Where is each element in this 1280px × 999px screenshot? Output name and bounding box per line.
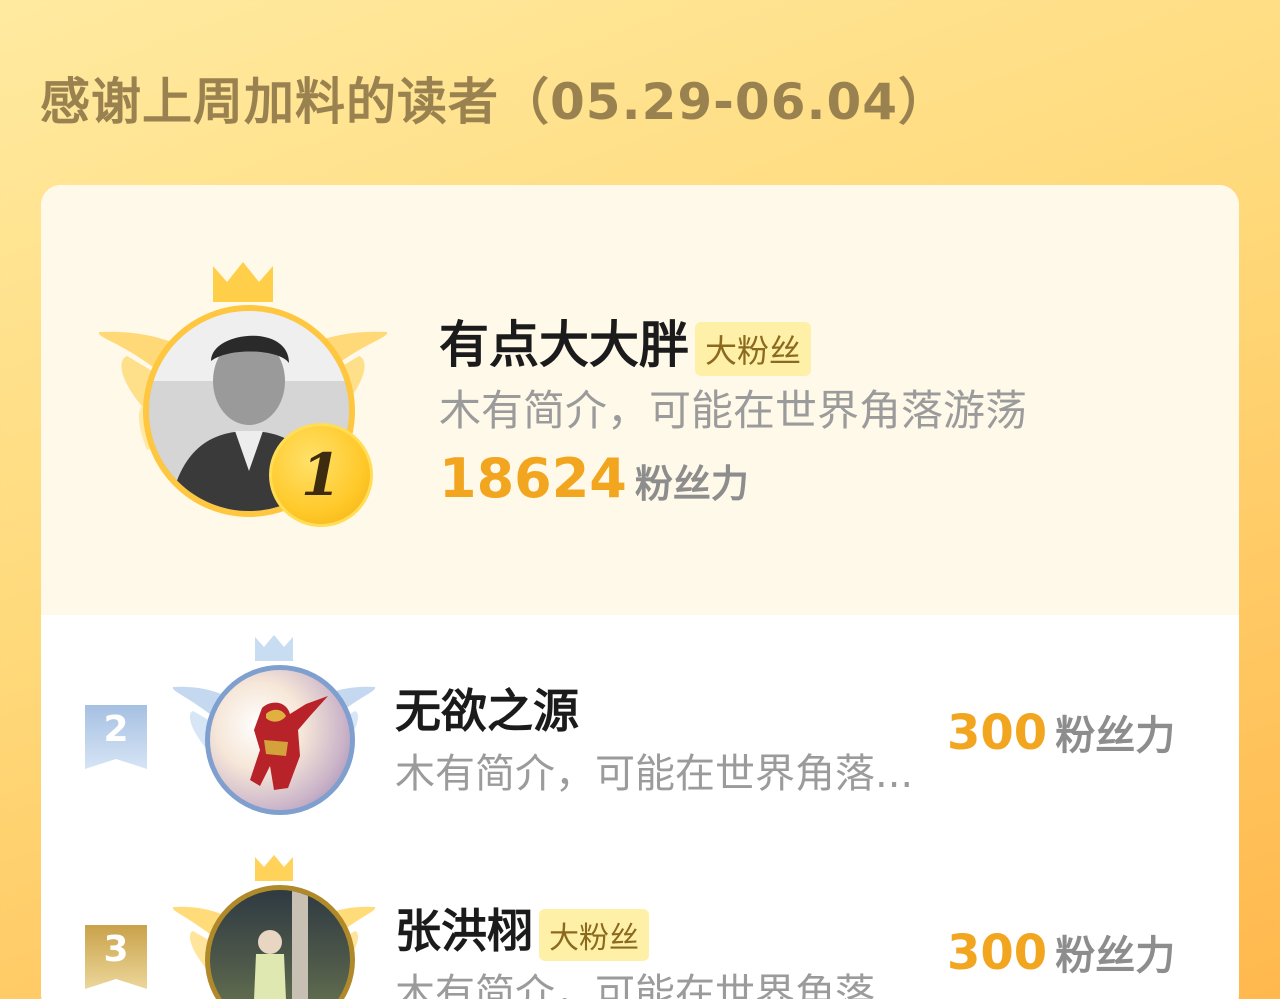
list-item[interactable]: 3 张洪栩 大粉丝 木有简介，可能在世界角落... 300 粉丝力: [41, 845, 1239, 999]
score-value: 18624: [439, 447, 627, 510]
rank-ribbon: 3: [85, 925, 147, 989]
score-unit: 粉丝力: [1055, 713, 1176, 759]
user-name[interactable]: 有点大大胖 大粉丝: [439, 305, 812, 377]
user-name[interactable]: 张洪栩 大粉丝: [395, 895, 649, 961]
user-bio: 木有简介，可能在世界角落...: [395, 751, 914, 797]
list-item[interactable]: 2 无欲之源 木有简介，可能在世界角落... 300 粉丝力: [41, 625, 1239, 825]
leaderboard-card: 1 有点大大胖 大粉丝 木有简介，可能在世界角落游荡 18624 粉丝力 2 无…: [41, 185, 1239, 999]
big-fan-tag: 大粉丝: [539, 908, 649, 961]
page-title: 感谢上周加料的读者（05.29-06.04）: [40, 73, 950, 131]
score-value: 300: [947, 925, 1048, 981]
big-fan-tag: 大粉丝: [695, 321, 812, 376]
user-name-text[interactable]: 张洪栩: [395, 904, 533, 958]
user-name-text[interactable]: 有点大大胖: [439, 316, 689, 374]
score-value: 300: [947, 705, 1048, 761]
user-bio: 木有简介，可能在世界角落游荡: [439, 386, 1028, 435]
user-bio: 木有简介，可能在世界角落...: [395, 971, 914, 999]
first-place-entry[interactable]: 1 有点大大胖 大粉丝 木有简介，可能在世界角落游荡 18624 粉丝力: [41, 185, 1239, 615]
score-unit: 粉丝力: [634, 462, 749, 506]
fan-power-score: 300 粉丝力: [947, 703, 1175, 761]
score-unit: 粉丝力: [1055, 933, 1176, 979]
fan-power-score: 300 粉丝力: [947, 923, 1175, 981]
user-avatar[interactable]: [205, 665, 355, 815]
rank-1-medal: 1: [269, 423, 373, 527]
user-name[interactable]: 无欲之源: [395, 675, 579, 741]
rank-ribbon: 2: [85, 705, 147, 769]
fan-power-score: 18624 粉丝力: [439, 447, 749, 510]
